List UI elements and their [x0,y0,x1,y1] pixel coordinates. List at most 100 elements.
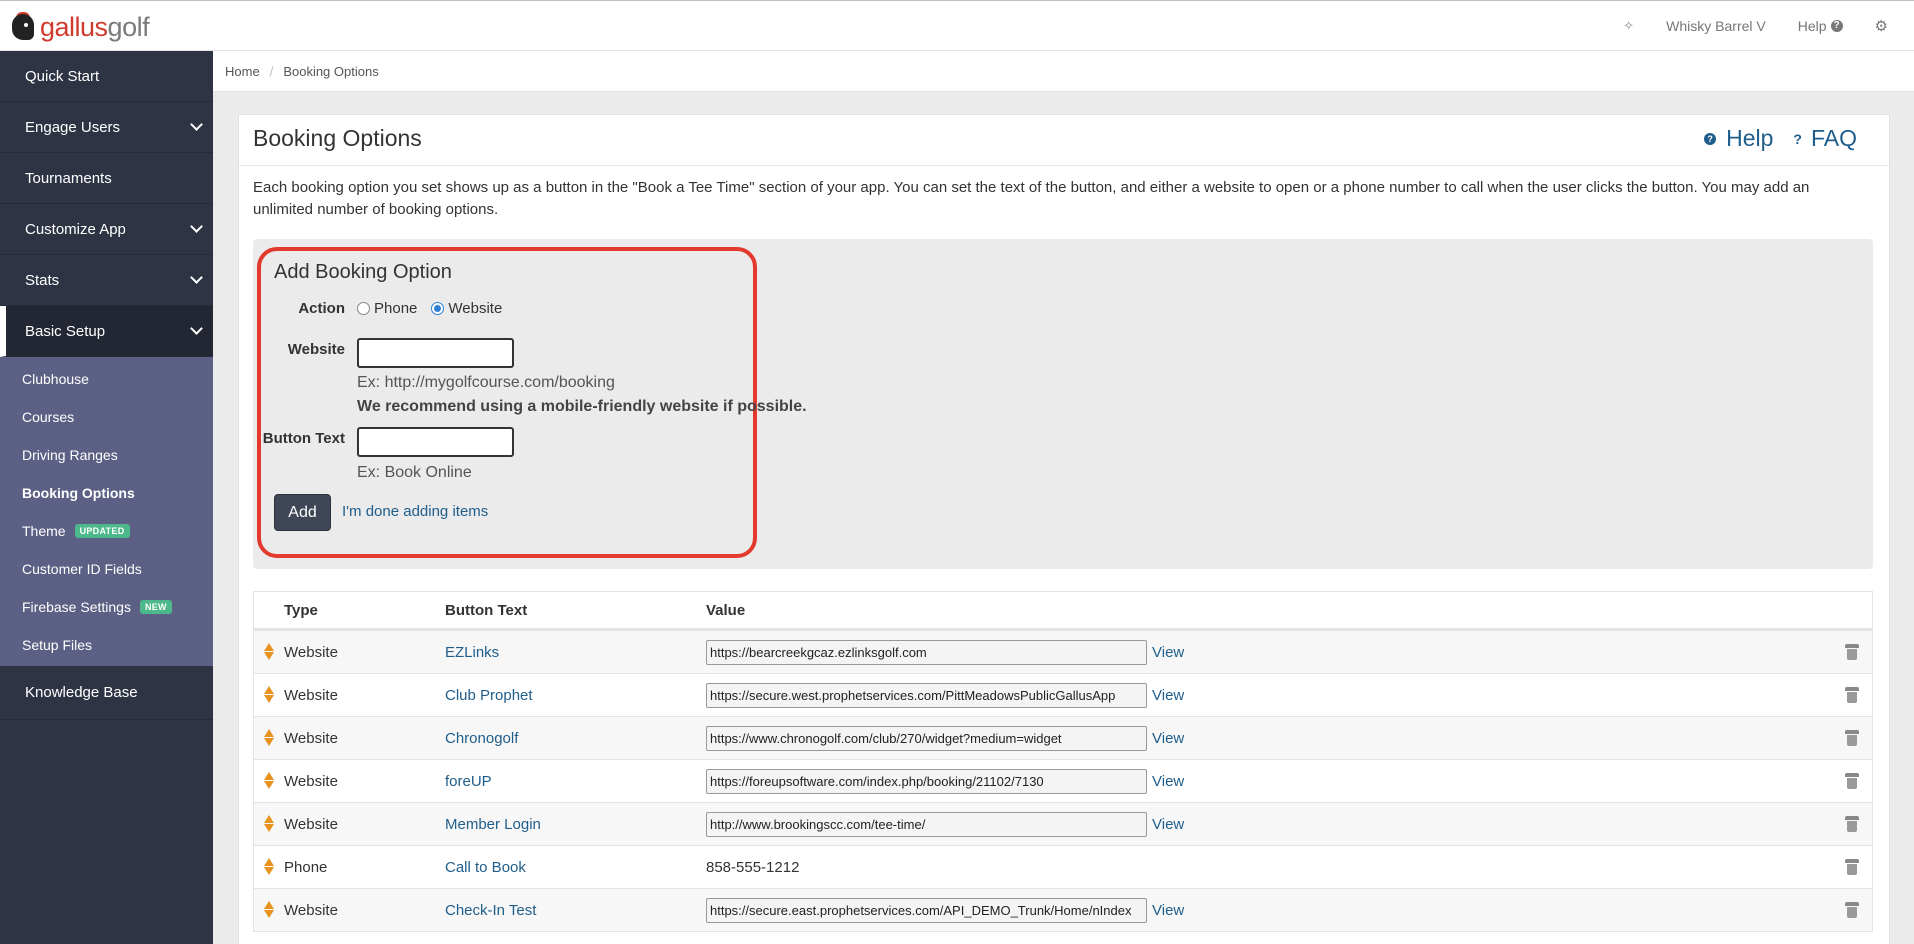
help-link[interactable]: ? Help [1704,125,1773,152]
question-circle-icon: ? [1704,132,1717,145]
table-row: Website Check-In Test View [254,888,1872,931]
column-header-button-text: Button Text [445,601,528,619]
trash-icon[interactable] [1845,773,1859,789]
row-type: Website [284,643,338,661]
magic-wand-icon: ✧ [1623,18,1635,33]
top-bar: gallusgolf ✧ Whisky Barrel V Help ? ⚙ [0,0,1914,51]
subnav-item-driving-ranges[interactable]: Driving Ranges [0,436,213,474]
view-link[interactable]: View [1152,730,1184,747]
view-link[interactable]: View [1152,644,1184,661]
rooster-icon [10,12,36,42]
faq-link-label: FAQ [1810,125,1857,151]
subnav-item-label: Clubhouse [22,371,89,387]
done-adding-link[interactable]: I'm done adding items [342,503,488,520]
phone-radio-label[interactable]: Phone [374,300,417,317]
row-button-text-link[interactable]: Chronogolf [445,730,706,747]
gallus-golf-logo[interactable]: gallusgolf [10,11,150,43]
drag-handle-icon[interactable] [264,729,274,747]
drag-handle-icon[interactable] [264,772,274,790]
website-hint: Ex: http://mygolfcourse.com/booking [357,374,615,391]
sidebar-item-knowledge-base[interactable]: Knowledge Base [0,666,213,720]
subnav-item-setup-files[interactable]: Setup Files [0,626,213,664]
sidebar-item-quick-start[interactable]: Quick Start [0,51,213,102]
subnav-item-firebase-settings[interactable]: Firebase Settings NEW [0,588,213,626]
trash-icon[interactable] [1845,902,1859,918]
row-button-text-link[interactable]: EZLinks [445,644,706,661]
drag-handle-icon[interactable] [264,901,274,919]
sidebar-item-stats[interactable]: Stats [0,255,213,306]
divider [239,165,1889,166]
drag-handle-icon[interactable] [264,686,274,704]
button-text-input[interactable] [357,427,514,457]
trash-icon[interactable] [1845,816,1859,832]
row-value-input[interactable] [706,682,1147,708]
sidebar-item-label: Quick Start [25,67,100,85]
subnav-item-label: Setup Files [22,637,93,653]
magic-wand-button[interactable]: ✧ [1623,18,1634,34]
row-value-input[interactable] [706,639,1147,665]
subnav-item-courses[interactable]: Courses [0,398,213,436]
sidebar: Quick Start Engage Users Tournaments Cus… [0,51,213,944]
subnav-item-clubhouse[interactable]: Clubhouse [0,360,213,398]
drag-handle-icon[interactable] [264,858,274,876]
trash-icon[interactable] [1845,859,1859,875]
subnav-item-customer-id-fields[interactable]: Customer ID Fields [0,550,213,588]
view-link[interactable]: View [1152,687,1184,704]
account-menu[interactable]: Whisky Barrel V [1666,18,1766,34]
breadcrumb: Home / Booking Options [213,51,1914,92]
help-link-label: Help [1726,125,1774,151]
sidebar-item-label: Basic Setup [25,322,106,340]
button-text-label: Button Text [262,430,345,447]
drag-handle-icon[interactable] [264,643,274,661]
subnav-item-label: Firebase Settings [22,599,131,615]
action-label: Action [298,300,345,317]
view-link[interactable]: View [1152,902,1184,919]
question-mark-icon: ? [1793,130,1802,147]
subnav-item-label: Courses [22,409,75,425]
trash-icon[interactable] [1845,687,1859,703]
row-button-text-link[interactable]: Check-In Test [445,902,706,919]
booking-options-table: Type Button Text Value Website EZLinks V… [253,591,1873,932]
trash-icon[interactable] [1845,730,1859,746]
row-button-text-link[interactable]: Member Login [445,816,706,833]
settings-button[interactable]: ⚙ [1875,17,1888,35]
sidebar-item-label: Knowledge Base [25,684,138,701]
view-link[interactable]: View [1152,773,1184,790]
sidebar-item-tournaments[interactable]: Tournaments [0,153,213,204]
help-menu[interactable]: Help ? [1798,18,1843,34]
sidebar-item-engage-users[interactable]: Engage Users [0,102,213,153]
sidebar-item-label: Engage Users [25,118,121,136]
add-booking-option-form: Add Booking Option Action Phone Website … [253,239,1873,569]
row-value-input[interactable] [706,811,1147,837]
row-button-text-link[interactable]: foreUP [445,773,706,790]
row-value-input[interactable] [706,725,1147,751]
sidebar-item-customize-app[interactable]: Customize App [0,204,213,255]
row-type: Website [284,815,338,833]
table-row: Website Member Login View [254,802,1872,845]
new-badge: NEW [139,600,172,614]
drag-handle-icon[interactable] [264,815,274,833]
logo-text: gallusgolf [40,12,150,42]
row-button-text-link[interactable]: Club Prophet [445,687,706,704]
table-row: Phone Call to Book 858-555-1212 [254,845,1872,888]
row-value-input[interactable] [706,897,1147,923]
website-radio-label[interactable]: Website [448,300,502,317]
trash-icon[interactable] [1845,644,1859,660]
faq-link[interactable]: ? FAQ [1793,125,1857,152]
chevron-down-icon [190,220,203,233]
phone-radio[interactable] [357,302,370,315]
subnav-item-booking-options[interactable]: Booking Options [0,474,213,512]
table-row: Website EZLinks View [254,630,1872,673]
column-header-value: Value [706,601,746,619]
breadcrumb-home[interactable]: Home [225,64,260,79]
subnav-item-theme[interactable]: Theme UPDATED [0,512,213,550]
row-type: Website [284,772,338,790]
row-value-input[interactable] [706,768,1147,794]
subnav-item-label: Theme [22,523,66,539]
sidebar-item-basic-setup[interactable]: Basic Setup [0,306,213,357]
website-radio[interactable] [431,302,445,315]
website-input[interactable] [357,338,514,368]
add-button[interactable]: Add [274,494,331,531]
row-button-text-link[interactable]: Call to Book [445,859,706,876]
view-link[interactable]: View [1152,816,1184,833]
